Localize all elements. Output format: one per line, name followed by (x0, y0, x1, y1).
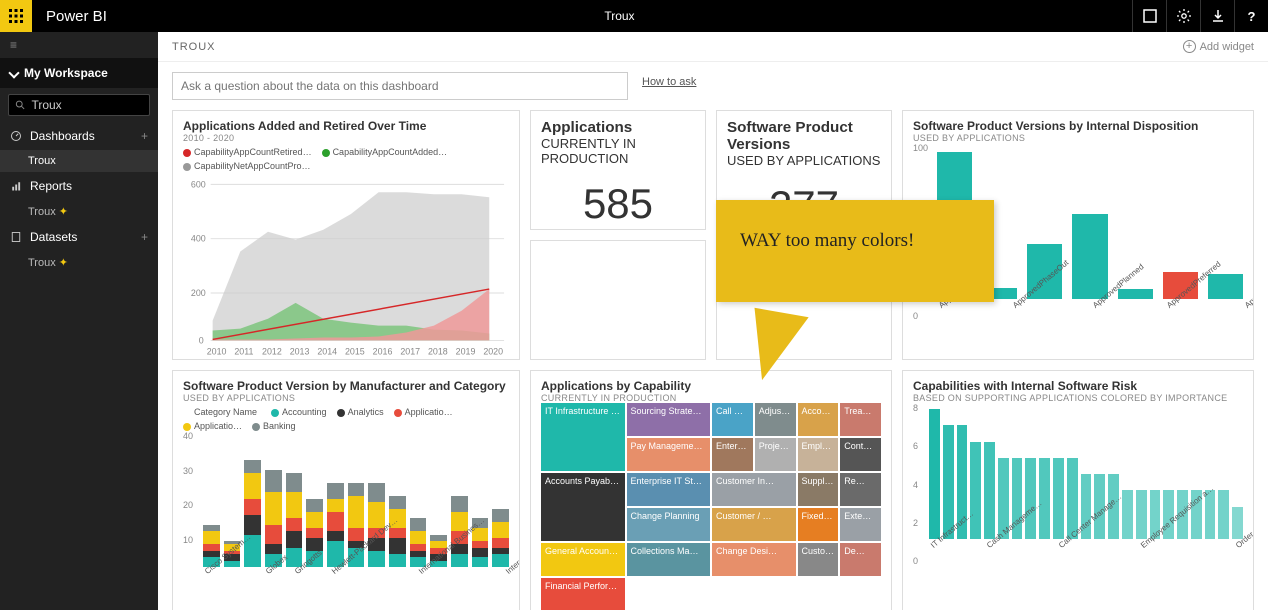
treemap-cell[interactable]: Enterprise Ar… (712, 438, 753, 471)
brand-label: Power BI (46, 8, 107, 25)
treemap-cell[interactable]: Sourcing Strate… (627, 403, 711, 436)
workspace-label: My Workspace (24, 66, 108, 80)
treemap-cell[interactable]: Accou… (798, 403, 839, 436)
svg-text:2020: 2020 (483, 346, 503, 356)
settings-button[interactable] (1166, 0, 1200, 32)
treemap-cell[interactable]: General Accounting Pe… (541, 543, 625, 576)
svg-text:0: 0 (199, 335, 204, 345)
treemap-cell[interactable]: Trea… (840, 403, 881, 436)
treemap-cell[interactable]: Exte… (840, 508, 881, 541)
treemap-cell[interactable]: Projec… (755, 438, 796, 471)
svg-text:2014: 2014 (317, 346, 337, 356)
treemap-cell[interactable]: Adjust… (755, 403, 796, 436)
tile-kpi-placeholder-1[interactable] (530, 240, 706, 360)
legend: CapabilityAppCountRetired… CapabilityApp… (183, 147, 509, 171)
svg-text:2011: 2011 (234, 346, 253, 356)
add-widget-button[interactable]: + Add widget (1183, 40, 1254, 53)
workspace-selector[interactable]: My Workspace (0, 58, 158, 88)
sidebar-search[interactable] (8, 94, 150, 116)
svg-text:2017: 2017 (400, 346, 420, 356)
datasets-icon (10, 231, 22, 243)
tile-apps-by-capability[interactable]: Applications by Capability CURRENTLY IN … (530, 370, 892, 610)
svg-text:2010: 2010 (207, 346, 227, 356)
treemap-cell[interactable]: Custo… (798, 543, 839, 576)
add-dataset-button[interactable]: + (141, 230, 148, 244)
treemap-cell[interactable]: Call C… (712, 403, 753, 436)
sidebar-search-input[interactable] (31, 98, 143, 112)
sidebar-item-dashboard-troux[interactable]: Troux (0, 150, 158, 172)
svg-text:600: 600 (191, 179, 206, 189)
treemap-cell[interactable]: Collections Ma… (627, 543, 711, 576)
treemap-cell[interactable]: Change Desi… (712, 543, 796, 576)
reports-icon (10, 180, 22, 192)
sidebar-item-report-troux[interactable]: Troux✦ (0, 200, 158, 223)
svg-text:2015: 2015 (345, 346, 365, 356)
sidebar-section-dashboards[interactable]: Dashboards + (0, 122, 158, 150)
sidebar-item-dataset-troux[interactable]: Troux✦ (0, 251, 158, 274)
dashboard-title: Troux (107, 9, 1132, 23)
tile-apps-over-time[interactable]: Applications Added and Retired Over Time… (172, 110, 520, 360)
plus-circle-icon: + (1183, 40, 1196, 53)
sidebar-toggle[interactable]: ≡ (0, 32, 158, 58)
breadcrumb: TROUX (172, 41, 216, 53)
star-icon: ✦ (59, 257, 68, 269)
area-chart: 600 400 200 0 2010 2011 2012 2013 2014 2015 20… (183, 171, 509, 360)
star-icon: ✦ (59, 206, 68, 218)
tile-version-by-manufacturer[interactable]: Software Product Version by Manufacturer… (172, 370, 520, 610)
app-launcher-button[interactable] (0, 0, 32, 32)
treemap-cell[interactable]: Customer / … (712, 508, 796, 541)
sidebar: ≡ My Workspace Dashboards + Troux Report… (0, 32, 158, 610)
treemap-cell[interactable]: Change Planning (627, 508, 711, 541)
treemap-cell[interactable]: Accounts Payable (AP) … (541, 473, 625, 541)
svg-text:400: 400 (191, 234, 206, 244)
treemap-cell[interactable]: Conta… (840, 438, 881, 471)
sidebar-section-datasets[interactable]: Datasets + (0, 223, 158, 251)
svg-text:200: 200 (191, 288, 206, 298)
treemap: IT Infrastructure Opera…Sourcing Strate…… (541, 403, 881, 610)
add-dashboard-button[interactable]: + (141, 129, 148, 143)
svg-text:2016: 2016 (373, 346, 393, 356)
treemap-cell[interactable]: Customer In… (712, 473, 796, 506)
qa-input[interactable] (172, 72, 628, 100)
svg-text:2019: 2019 (456, 346, 476, 356)
treemap-cell[interactable]: Re… (840, 473, 881, 506)
treemap-cell[interactable]: Enterprise IT St… (627, 473, 711, 506)
treemap-cell[interactable]: De… (840, 543, 881, 576)
fullscreen-button[interactable] (1132, 0, 1166, 32)
gear-icon (1176, 8, 1192, 24)
treemap-cell[interactable]: Financial Performance … (541, 578, 625, 610)
treemap-cell[interactable]: Supplie… (798, 473, 839, 506)
help-button[interactable]: ? (1234, 0, 1268, 32)
how-to-ask-link[interactable]: How to ask (642, 76, 696, 88)
chevron-down-icon (10, 66, 18, 80)
help-icon: ? (1248, 9, 1256, 24)
treemap-cell[interactable]: IT Infrastructure Opera… (541, 403, 625, 471)
dashboard-icon (10, 130, 22, 142)
svg-text:2012: 2012 (262, 346, 282, 356)
svg-text:2013: 2013 (290, 346, 310, 356)
treemap-cell[interactable]: Fixed-A… (798, 508, 839, 541)
svg-text:2018: 2018 (428, 346, 448, 356)
top-bar: Power BI Troux ? (0, 0, 1268, 32)
treemap-cell[interactable]: Pay Manageme… (627, 438, 711, 471)
tile-capabilities-risk[interactable]: Capabilities with Internal Software Risk… (902, 370, 1254, 610)
waffle-icon (8, 8, 24, 24)
download-icon (1210, 8, 1226, 24)
kpi-value: 585 (541, 180, 695, 228)
main-content: TROUX + Add widget How to ask Applicatio… (158, 32, 1268, 610)
treemap-cell[interactable]: Emplo… (798, 438, 839, 471)
legend: Category NameAccountingAnalyticsApplicat… (183, 407, 509, 431)
search-icon (15, 99, 25, 111)
fullscreen-icon (1142, 8, 1158, 24)
annotation-callout: WAY too many colors! (716, 200, 994, 302)
tile-kpi-applications[interactable]: Applications CURRENTLY IN PRODUCTION 585 (530, 110, 706, 230)
sidebar-section-reports[interactable]: Reports (0, 172, 158, 200)
download-button[interactable] (1200, 0, 1234, 32)
